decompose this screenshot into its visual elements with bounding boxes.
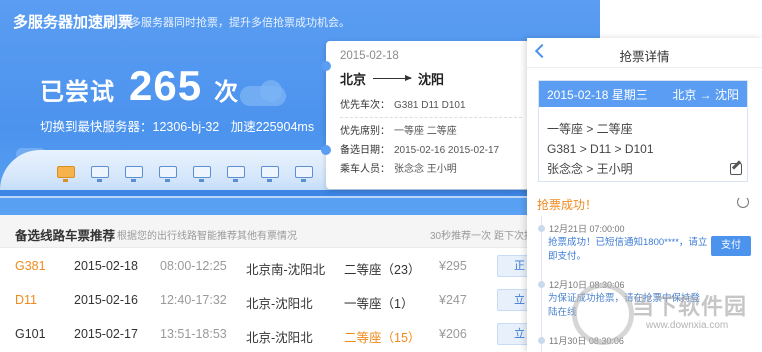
ticket-price: ¥295 [439,259,467,273]
train-stations: 北京-沈阳北 [246,297,313,311]
train-number: D11 [15,293,38,307]
train-stripe [0,190,600,196]
panel-header: 抢票详情 [527,38,762,68]
panel-title: 抢票详情 [619,50,670,64]
train-time: 08:00-12:25 [160,259,227,273]
hero-subtitle: 多服务器同时抢票，提升多倍抢票成功机会。 [130,17,350,29]
attempt-count: 265 [129,62,203,109]
order-trains: G381 > D11 > D101 [547,142,654,156]
route-to: 沈阳 [418,72,445,87]
order-passengers: 张念念 > 王小明 [547,162,633,176]
server-node-icon [261,166,279,182]
priority-seats: 优先席别： 一等座 二等座 [340,122,522,137]
order-summary-header: 2015-02-18 星期三 北京 → 沈阳 [539,81,747,107]
priority-trains-value: G381 D11 D101 [394,100,466,111]
alternate-dates: 备选日期： 2015-02-16 2015-02-17 [340,141,522,156]
ticket-date: 2015-02-18 [340,50,399,62]
watermark-logo [572,283,634,345]
server-node-icon [91,166,109,182]
attempt-suffix: 次 [214,79,239,106]
success-label: 抢票成功！ [537,198,598,212]
recommend-header: 备选线路车票推荐 根据您的出行线路智能推荐其他有票情况 30秒推荐一次 距下次推 [0,215,600,248]
server-node-icon [57,166,75,182]
recommend-title: 备选线路车票推荐 [15,229,116,243]
table-row[interactable]: D11 2015-02-16 12:40-17:32 北京-沈阳北 一等座（1）… [0,283,600,317]
order-seats: 一等座 > 二等座 [547,122,633,136]
log-time: 12月21日 07:00:00 [549,224,625,234]
priority-seats-value: 一等座 二等座 [394,126,457,137]
priority-trains-key: 优先车次： [340,100,390,111]
seat-availability: 二等座（15） [344,331,421,345]
pay-button[interactable]: 支付 [711,236,751,256]
attempt-counter: 已尝试 265 次 [40,62,238,110]
server-info: 切换到最快服务器：12306-bj-32 加速225904ms [40,116,314,135]
train-date: 2015-02-17 [74,327,138,341]
attempt-prefix: 已尝试 [40,79,115,106]
watermark-url: www.downxia.com [646,320,729,331]
accel-label: 加速225904ms [230,120,315,134]
table-row[interactable]: G381 2015-02-18 08:00-12:25 北京南-沈阳北 二等座（… [0,249,600,283]
passengers-key: 乘车人员： [340,164,390,175]
ticket-card: 2015-02-18 北京 沈阳 优先车次： G381 D11 D101 优先席别… [321,41,536,189]
timeline-dot [538,281,545,288]
seat-availability: 一等座（1） [344,297,414,311]
order-summary-body: 一等座 > 二等座 G381 > D11 > D101 张念念 > 王小明 [539,107,747,179]
server-node-icon [227,166,245,182]
alternate-dates-value: 2015-02-16 2015-02-17 [394,145,500,156]
refresh-icon[interactable] [737,196,749,208]
order-date: 2015-02-18 星期三 [547,87,648,102]
priority-seats-key: 优先席别： [340,126,390,137]
ticket-price: ¥247 [439,293,467,307]
timeline-dot [538,225,545,232]
seat-availability: 二等座（23） [344,263,421,277]
server-label: 切换到最快服务器：12306-bj-32 [40,120,220,134]
arrow-right-icon [373,75,413,80]
train-number: G381 [15,259,46,273]
server-node-icon [125,166,143,182]
hero-title: 多服务器加速刷票 [13,14,134,31]
recommend-timer: 30秒推荐一次 [430,231,492,242]
train-date: 2015-02-16 [74,293,138,307]
priority-trains: 优先车次： G381 D11 D101 [340,96,522,111]
ticket-route: 北京 沈阳 [340,69,522,88]
log-text: 抢票成功！已短信通知1800****，请立即支付。 [548,237,708,262]
passengers-value: 张念念 王小明 [394,164,457,175]
train-time: 12:40-17:32 [160,293,227,307]
timeline-dot [538,337,545,344]
train-number: G101 [15,327,46,341]
recommend-subtitle: 根据您的出行线路智能推荐其他有票情况 [117,231,297,242]
server-node-icon [159,166,177,182]
train-time: 13:51-18:53 [160,327,227,341]
order-summary-card: 2015-02-18 星期三 北京 → 沈阳 一等座 > 二等座 G381 > … [538,80,748,182]
train-stations: 北京南-沈阳北 [246,263,326,277]
order-route: 北京 → 沈阳 [672,87,739,102]
train-date: 2015-02-18 [74,259,138,273]
ticket-notch [321,145,331,155]
server-node-icon [295,166,313,182]
ticket-divider [340,117,522,118]
edit-icon[interactable] [730,163,742,175]
ticket-price: ¥206 [439,327,467,341]
ticket-notch [321,61,331,71]
server-node-icon [193,166,211,182]
train-stations: 北京-沈阳北 [246,331,313,345]
cloud-decoration [260,80,282,102]
alternate-dates-key: 备选日期： [340,145,390,156]
watermark-text: 当下软件园 [632,294,748,319]
route-from: 北京 [340,72,367,87]
passengers: 乘车人员： 张念念 王小明 [340,160,522,175]
table-row[interactable]: G101 2015-02-17 13:51-18:53 北京-沈阳北 二等座（1… [0,317,600,351]
